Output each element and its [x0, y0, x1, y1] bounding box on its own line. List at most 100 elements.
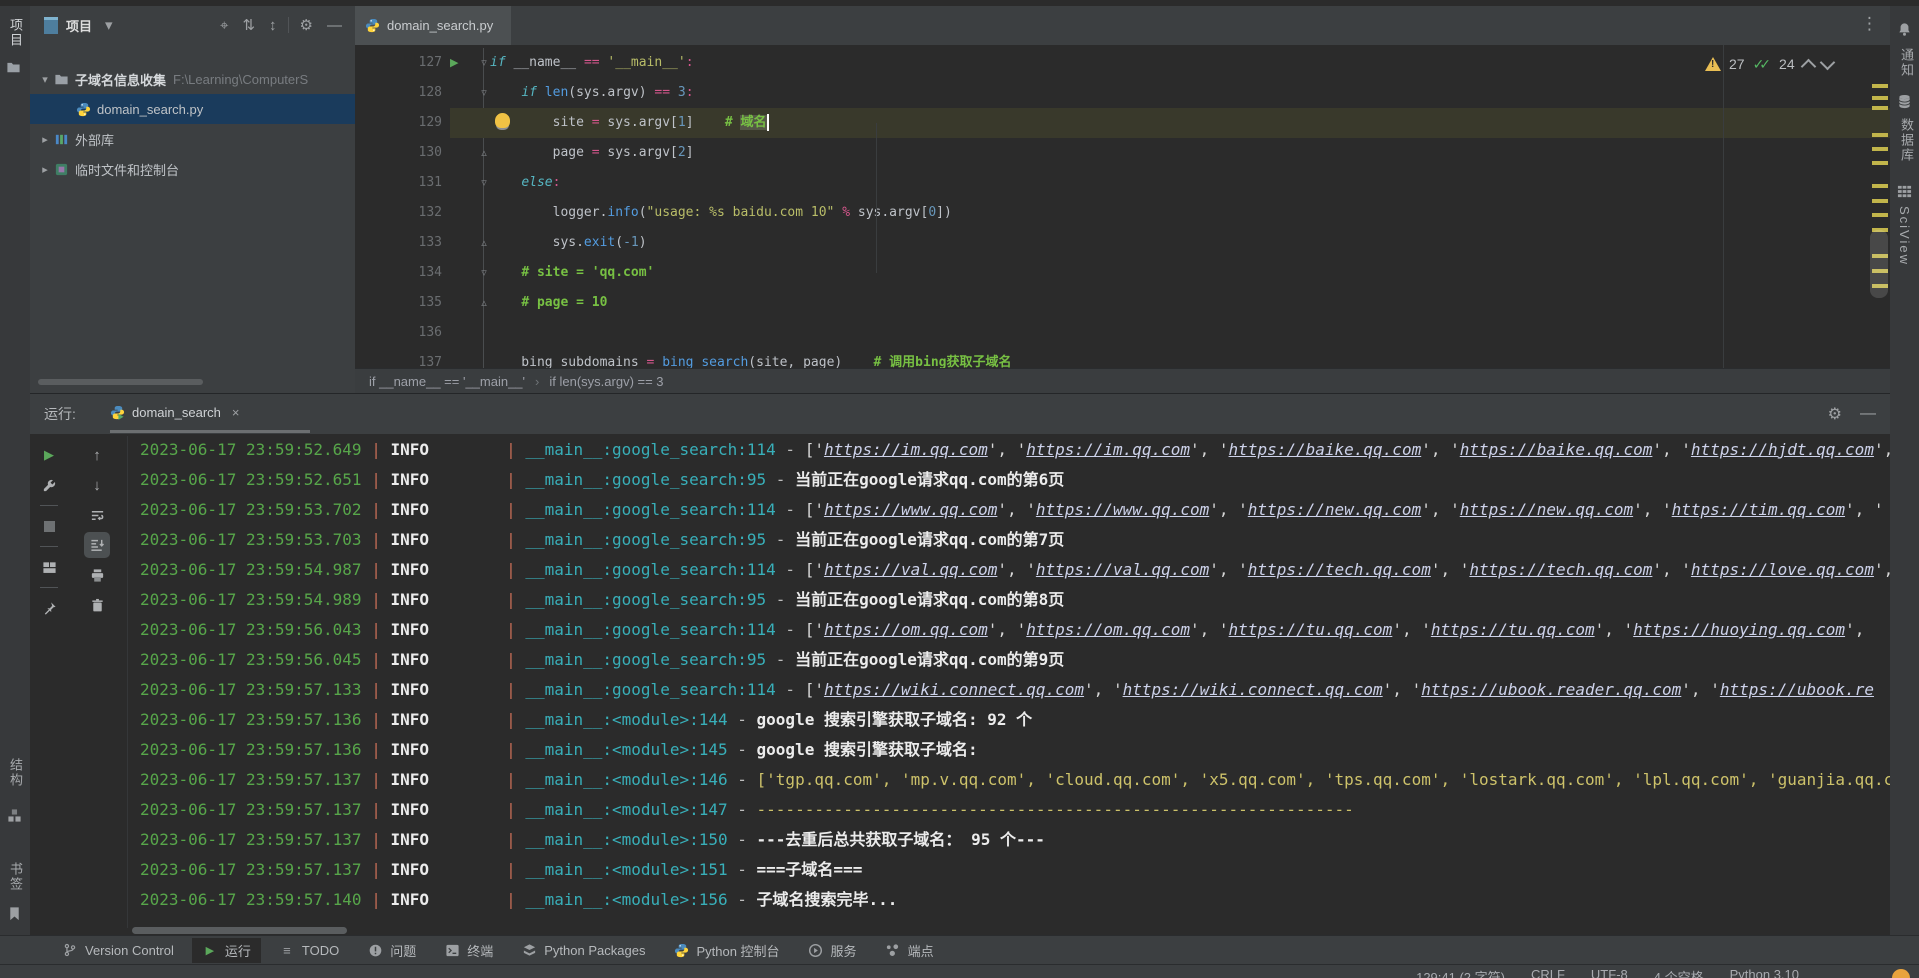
fold-marker-icon[interactable]: ▿ — [477, 48, 491, 78]
gear-icon[interactable]: ⚙ — [300, 16, 313, 34]
console-link[interactable]: https://baike.qq.com — [1229, 440, 1422, 459]
stop-icon[interactable] — [36, 513, 62, 539]
console-link[interactable]: https://wiki.connect.qq.com — [1123, 680, 1383, 699]
up-icon[interactable]: ↑ — [84, 442, 110, 468]
warning-stripe-mark[interactable] — [1872, 184, 1888, 188]
console-link[interactable]: https://om.qq.com — [824, 620, 988, 639]
console-link[interactable]: https://hjdt.qq.com — [1691, 440, 1874, 459]
console-link[interactable]: https://new.qq.com — [1248, 500, 1421, 519]
console-link[interactable]: https://ubook.re — [1720, 680, 1874, 699]
breadcrumb-item[interactable]: if __name__ == '__main__' — [369, 374, 525, 389]
tool-window-button-python-packages[interactable]: Python Packages — [511, 939, 655, 961]
tool-stripe-structure-button[interactable]: 结构 — [6, 758, 25, 788]
warning-stripe-mark[interactable] — [1872, 161, 1888, 165]
bell-icon[interactable] — [1897, 22, 1912, 37]
warning-stripe-mark[interactable] — [1872, 133, 1888, 137]
softwrap-icon[interactable] — [84, 502, 110, 528]
tree-item[interactable]: ▾ 子域名信息收集 F:\Learning\ComputerS — [30, 64, 355, 94]
tool-stripe-bookmarks-button[interactable]: 书签 — [6, 862, 25, 892]
status-bar-item[interactable]: CRLF — [1531, 967, 1565, 978]
trash-icon[interactable] — [84, 592, 110, 618]
tree-item[interactable]: ▸ 临时文件和控制台 — [30, 154, 355, 184]
more-options-icon[interactable]: ⋮ — [1861, 14, 1878, 34]
warning-triangle-icon[interactable]: ! — [1705, 57, 1721, 71]
editor-scrollbar-thumb[interactable] — [1870, 230, 1888, 298]
tree-item[interactable]: domain_search.py — [30, 94, 355, 124]
database-icon[interactable] — [1897, 94, 1912, 109]
warning-stripe-mark[interactable] — [1872, 84, 1888, 88]
down-icon[interactable]: ↓ — [84, 472, 110, 498]
project-horizontal-scrollbar[interactable] — [38, 379, 203, 385]
warning-stripe-mark[interactable] — [1872, 106, 1888, 110]
tool-window-button-python-控制台[interactable]: Python 控制台 — [663, 938, 789, 963]
breadcrumb-item[interactable]: if len(sys.argv) == 3 — [549, 374, 663, 389]
tree-item[interactable]: ▸ 外部库 — [30, 124, 355, 154]
folder-icon[interactable] — [6, 60, 21, 75]
bookmark-icon[interactable] — [7, 906, 22, 921]
tool-stripe-database-button[interactable]: 数据库 — [1897, 118, 1916, 163]
console-link[interactable]: https://www.qq.com — [824, 500, 997, 519]
collapse-all-icon[interactable]: ↕ — [269, 17, 277, 34]
pin-icon[interactable] — [36, 595, 62, 621]
tool-window-button-端点[interactable]: 端点 — [875, 938, 944, 963]
caret-down-icon[interactable]: ▾ — [38, 73, 52, 86]
status-bar-item[interactable]: UTF-8 — [1591, 967, 1628, 978]
rerun-icon[interactable]: ▶ — [36, 442, 62, 468]
console-link[interactable]: https://tech.qq.com — [1469, 560, 1652, 579]
prev-problem-icon[interactable] — [1800, 58, 1816, 74]
warning-stripe-mark[interactable] — [1872, 147, 1888, 151]
console-link[interactable]: https://wiki.connect.qq.com — [824, 680, 1084, 699]
console-link[interactable]: https://baike.qq.com — [1460, 440, 1653, 459]
fold-marker-icon[interactable]: ▵ — [477, 138, 491, 168]
console-link[interactable]: https://tech.qq.com — [1248, 560, 1431, 579]
warning-count[interactable]: 27 — [1729, 56, 1745, 72]
minimize-icon[interactable]: — — [1860, 405, 1876, 423]
wrench-icon[interactable] — [36, 472, 62, 498]
console-link[interactable]: https://tu.qq.com — [1229, 620, 1393, 639]
minimize-icon[interactable]: — — [327, 17, 342, 34]
fold-marker-icon[interactable]: ▿ — [477, 168, 491, 198]
console-link[interactable]: https://ubook.reader.qq.com — [1421, 680, 1681, 699]
close-icon[interactable]: × — [232, 405, 240, 420]
structure-icon[interactable] — [7, 808, 22, 823]
status-bar-item[interactable]: Python 3.10 — [1730, 967, 1799, 978]
tool-window-button-问题[interactable]: 问题 — [357, 938, 426, 963]
fold-marker-icon[interactable]: ▵ — [477, 228, 491, 258]
caret-right-icon[interactable]: ▸ — [38, 163, 52, 176]
sciview-grid-icon[interactable] — [1897, 184, 1912, 199]
console-link[interactable]: https://tu.qq.com — [1431, 620, 1595, 639]
tool-window-button-运行[interactable]: ▶ 运行 — [191, 937, 261, 963]
intention-bulb-icon[interactable] — [495, 113, 510, 128]
warning-stripe-mark[interactable] — [1872, 213, 1888, 217]
code-editor[interactable]: 127 ▶ ▿ if __name__ == '__main__': 128 ▿ if l… — [355, 45, 1890, 368]
print-icon[interactable] — [84, 562, 110, 588]
ok-count[interactable]: 24 — [1779, 56, 1795, 72]
console-link[interactable]: https://im.qq.com — [1026, 440, 1190, 459]
warning-stripe-mark[interactable] — [1872, 199, 1888, 203]
gear-icon[interactable]: ⚙ — [1828, 404, 1842, 424]
target-icon[interactable]: ⌖ — [220, 17, 228, 34]
expand-all-icon[interactable]: ⇅ — [242, 16, 255, 34]
tool-stripe-sciview-button[interactable]: SciView — [1897, 206, 1912, 266]
next-problem-icon[interactable] — [1819, 54, 1835, 70]
scroll-end-icon[interactable] — [84, 532, 110, 558]
fold-marker-icon[interactable]: ▿ — [477, 258, 491, 288]
layout-icon[interactable] — [36, 554, 62, 580]
project-panel-title[interactable]: 项目 — [66, 16, 92, 35]
chevron-down-icon[interactable]: ▾ — [105, 16, 113, 34]
console-link[interactable]: https://huoying.qq.com — [1633, 620, 1845, 639]
status-bar-item[interactable]: 129:41 (2 字符) — [1416, 967, 1505, 978]
console-link[interactable]: https://love.qq.com — [1691, 560, 1874, 579]
console-link[interactable]: https://new.qq.com — [1460, 500, 1633, 519]
console-link[interactable]: https://val.qq.com — [824, 560, 997, 579]
fold-marker-icon[interactable]: ▵ — [477, 288, 491, 318]
warning-stripe-mark[interactable] — [1872, 96, 1888, 100]
tool-stripe-notifications-button[interactable]: 通知 — [1897, 48, 1916, 78]
console-horizontal-scrollbar[interactable] — [132, 927, 347, 934]
console-link[interactable]: https://tim.qq.com — [1672, 500, 1845, 519]
editor-tab-domain-search[interactable]: domain_search.py — [355, 6, 512, 48]
tool-window-button-version-control[interactable]: Version Control — [52, 939, 184, 961]
status-bar-item[interactable]: 4 个空格 — [1654, 967, 1704, 978]
console-link[interactable]: https://om.qq.com — [1026, 620, 1190, 639]
run-tab-domain-search[interactable]: domain_search × — [110, 394, 239, 431]
